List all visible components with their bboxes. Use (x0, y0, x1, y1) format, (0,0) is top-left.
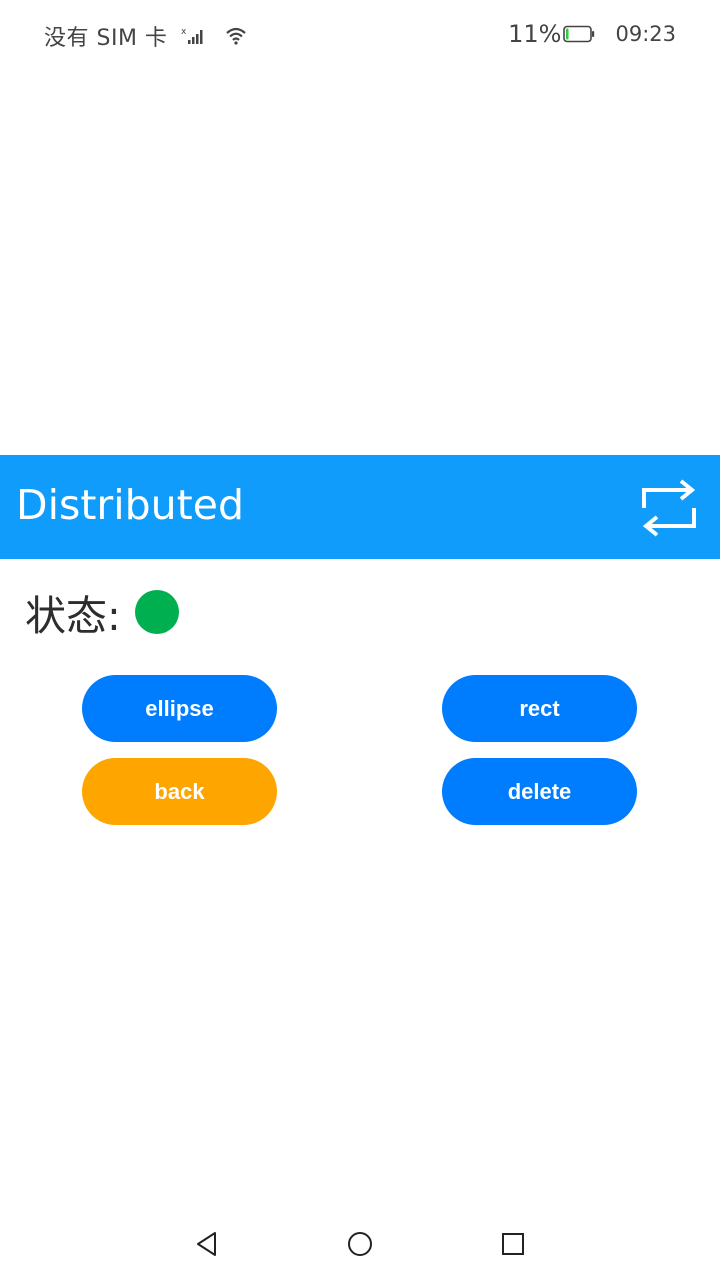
delete-button[interactable]: delete (442, 758, 637, 825)
state-indicator-dot (134, 590, 179, 634)
recent-square-icon[interactable] (501, 1232, 525, 1256)
home-circle-icon[interactable] (347, 1231, 373, 1257)
ellipse-button[interactable]: ellipse (82, 675, 277, 742)
status-left: 没有 SIM 卡 x (44, 20, 247, 52)
app-bar: Distributed (0, 455, 720, 559)
back-triangle-icon[interactable] (194, 1230, 220, 1258)
wifi-icon (226, 27, 247, 45)
svg-text:x: x (181, 27, 187, 37)
rect-button[interactable]: rect (442, 675, 637, 742)
signal-icon: x (181, 27, 203, 44)
carrier-text: 没有 SIM 卡 (44, 26, 168, 51)
back-button[interactable]: back (82, 758, 277, 825)
navigation-bar (0, 1210, 720, 1280)
state-label: 状态: (25, 592, 121, 640)
status-right: 11% 09:23 (508, 20, 676, 48)
battery-icon (563, 25, 595, 43)
clock-time: 09:23 (615, 22, 676, 46)
battery-percent: 11% (508, 20, 562, 48)
state-row: 状态: (25, 582, 179, 642)
app-title: Distributed (16, 481, 244, 529)
switch-arrows-icon[interactable] (640, 476, 698, 540)
status-bar: 没有 SIM 卡 x 11% 09:23 (0, 0, 720, 72)
